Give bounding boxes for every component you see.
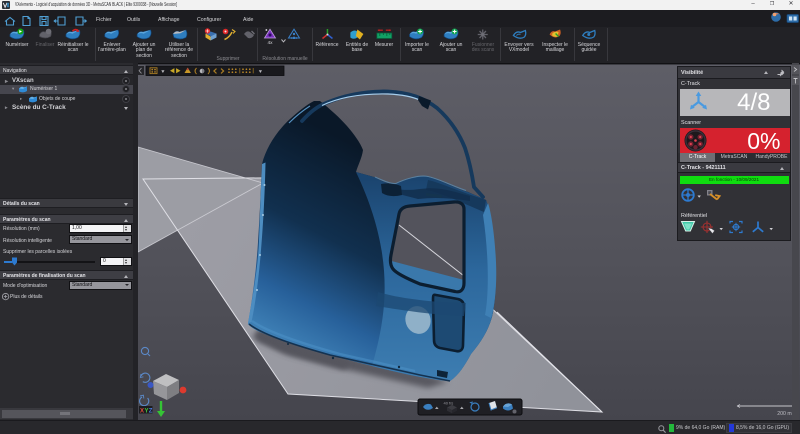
svg-text:X: X xyxy=(140,408,144,414)
svg-text:Z: Z xyxy=(149,408,153,414)
svg-text:40 f/s: 40 f/s xyxy=(444,401,454,406)
